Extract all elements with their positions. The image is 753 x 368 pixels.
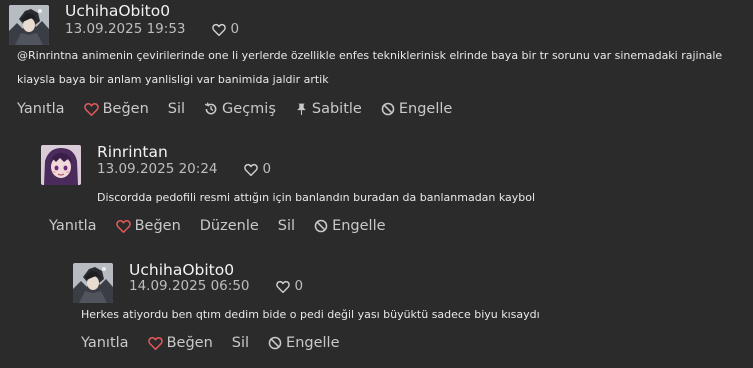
comment-actions: Yanıtla Beğen Sil Engelle [81, 334, 359, 352]
avatar[interactable] [41, 145, 81, 185]
pin-button[interactable]: Sabitle [295, 100, 362, 118]
block-button-label: Engelle [398, 101, 453, 117]
reply-button[interactable]: Yanıtla [81, 334, 129, 352]
comment-actions: Yanıtla Beğen Düzenle Sil Engelle [49, 217, 405, 235]
block-button-label: Engelle [332, 218, 386, 234]
like-button[interactable]: Beğen [83, 100, 149, 118]
comment-body: Discordda pedofili resmi attığın için ba… [97, 186, 535, 210]
reply-button[interactable]: Yanıtla [17, 100, 65, 118]
block-button[interactable]: Engelle [381, 100, 452, 118]
delete-button[interactable]: Sil [278, 217, 295, 235]
like-button[interactable]: Beğen [147, 334, 213, 352]
block-button[interactable]: Engelle [268, 334, 340, 352]
like-button-label: Beğen [166, 335, 213, 351]
like-count-group: 0 [243, 161, 272, 177]
timestamp: 13.09.2025 20:24 [97, 161, 218, 177]
comment-line: Discordda pedofili resmi attığın için ba… [97, 191, 536, 204]
like-button[interactable]: Beğen [115, 217, 181, 235]
comment-line: kiaysla baya bir anlam yanlisligi var ba… [17, 73, 329, 86]
block-icon [314, 219, 328, 233]
heart-outline-icon [243, 163, 258, 176]
heart-outline-icon [83, 103, 99, 116]
block-icon [268, 336, 282, 350]
block-icon [381, 102, 395, 116]
anime-character-avatar-icon [73, 263, 113, 303]
delete-button[interactable]: Sil [232, 334, 249, 352]
like-count: 0 [262, 161, 272, 177]
username[interactable]: UchihaObito0 [129, 261, 234, 279]
comment-actions: Yanıtla Beğen Sil Geçmiş Sabitle Engelle [17, 100, 471, 118]
purple-hair-anime-avatar-icon [41, 145, 81, 185]
like-count-group: 0 [275, 278, 304, 294]
comment-meta: 13.09.2025 19:53 0 [65, 21, 239, 37]
like-button-label: Beğen [102, 101, 149, 117]
pin-icon [297, 103, 306, 115]
like-button-label: Beğen [134, 218, 181, 234]
username[interactable]: Rinrintan [97, 143, 168, 161]
history-button[interactable]: Geçmiş [204, 100, 276, 118]
comment-meta: 14.09.2025 06:50 0 [129, 278, 303, 294]
edit-button[interactable]: Düzenle [200, 217, 259, 235]
block-button[interactable]: Engelle [314, 217, 386, 235]
heart-outline-icon [115, 220, 131, 233]
delete-button[interactable]: Sil [168, 100, 185, 118]
block-button-label: Engelle [286, 335, 340, 351]
heart-outline-icon [211, 23, 226, 36]
comment-body: @Rinrintna animenin çevirilerinde one li… [17, 44, 722, 92]
history-icon [204, 102, 217, 115]
comment-meta: 13.09.2025 20:24 0 [97, 161, 271, 177]
like-count-group: 0 [211, 21, 240, 37]
history-button-label: Geçmiş [222, 101, 276, 117]
like-count: 0 [294, 278, 304, 294]
heart-outline-icon [275, 280, 290, 293]
heart-outline-icon [147, 337, 163, 350]
like-count: 0 [230, 21, 240, 37]
avatar[interactable] [9, 5, 49, 45]
reply-button[interactable]: Yanıtla [49, 217, 97, 235]
comment-line: Herkes atiyordu ben qtım dedim bide o pe… [81, 308, 540, 321]
timestamp: 13.09.2025 19:53 [65, 21, 186, 37]
comment-line: @Rinrintna animenin çevirilerinde one li… [17, 49, 723, 62]
username[interactable]: UchihaObito0 [65, 2, 170, 20]
anime-character-avatar-icon [9, 5, 49, 45]
avatar[interactable] [73, 263, 113, 303]
comment-body: Herkes atiyordu ben qtım dedim bide o pe… [81, 303, 540, 327]
pin-button-label: Sabitle [311, 101, 362, 117]
timestamp: 14.09.2025 06:50 [129, 278, 250, 294]
